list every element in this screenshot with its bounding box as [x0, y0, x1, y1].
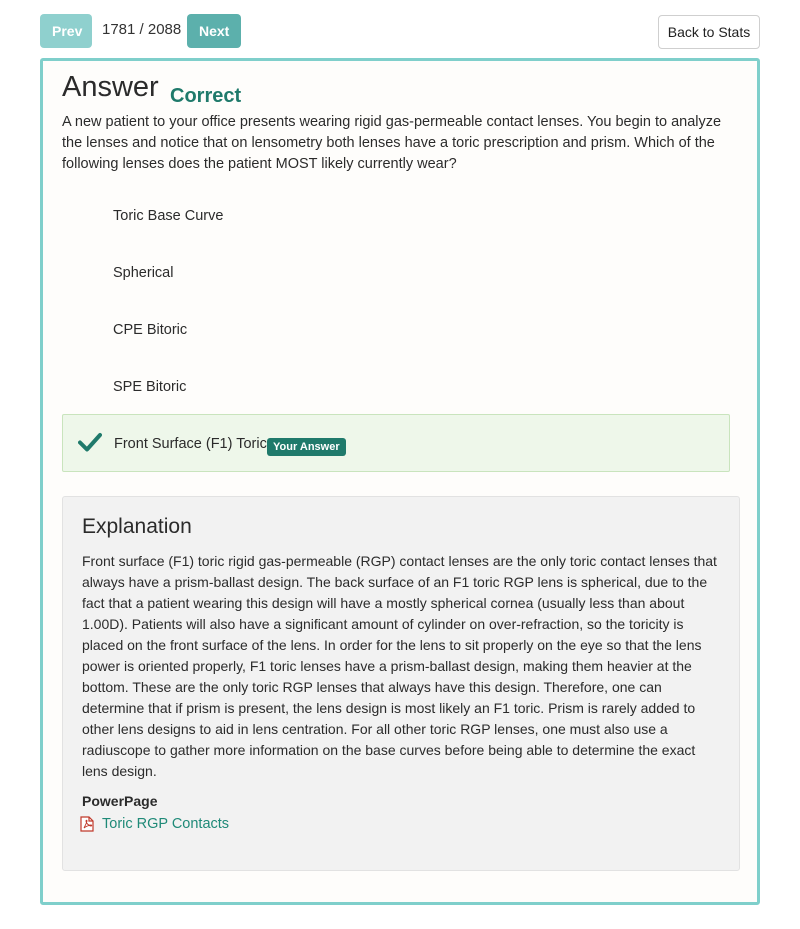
- result-status: Correct: [170, 85, 242, 107]
- explanation-text: Front surface (F1) toric rigid gas-perme…: [82, 553, 717, 779]
- question-text: A new patient to your office presents we…: [62, 114, 722, 172]
- question-counter: 1781 / 2088: [102, 21, 182, 38]
- answer-header: Answer Correct: [62, 71, 241, 107]
- explanation-title: Explanation: [82, 515, 192, 538]
- selected-choice-label: Front Surface (F1) Toric: [114, 436, 267, 452]
- powerpage-link[interactable]: Toric RGP Contacts: [80, 814, 229, 834]
- choice-spherical: Spherical: [113, 265, 174, 281]
- answer-title: Answer: [62, 71, 159, 103]
- pdf-icon: [80, 816, 94, 832]
- check-icon: [78, 433, 102, 452]
- back-to-stats-button[interactable]: Back to Stats: [658, 15, 760, 49]
- powerpage-link-text[interactable]: Toric RGP Contacts: [102, 816, 229, 832]
- next-button[interactable]: Next: [187, 14, 241, 48]
- choice-front-surface-toric-selected: Front Surface (F1) Toric Your Answer: [62, 414, 730, 472]
- choice-toric-base-curve: Toric Base Curve: [113, 208, 224, 224]
- choice-spe-bitoric: SPE Bitoric: [113, 379, 187, 395]
- powerpage-label: PowerPage: [82, 793, 158, 809]
- explanation-box: Explanation Front surface (F1) toric rig…: [62, 496, 740, 871]
- your-answer-badge: Your Answer: [267, 438, 346, 456]
- choice-cpe-bitoric: CPE Bitoric: [113, 322, 188, 338]
- answer-panel: Answer Correct A new patient to your off…: [40, 58, 760, 905]
- navigation-bar: Prev 1781 / 2088 Next Back to Stats: [40, 14, 760, 49]
- prev-button[interactable]: Prev: [40, 14, 92, 48]
